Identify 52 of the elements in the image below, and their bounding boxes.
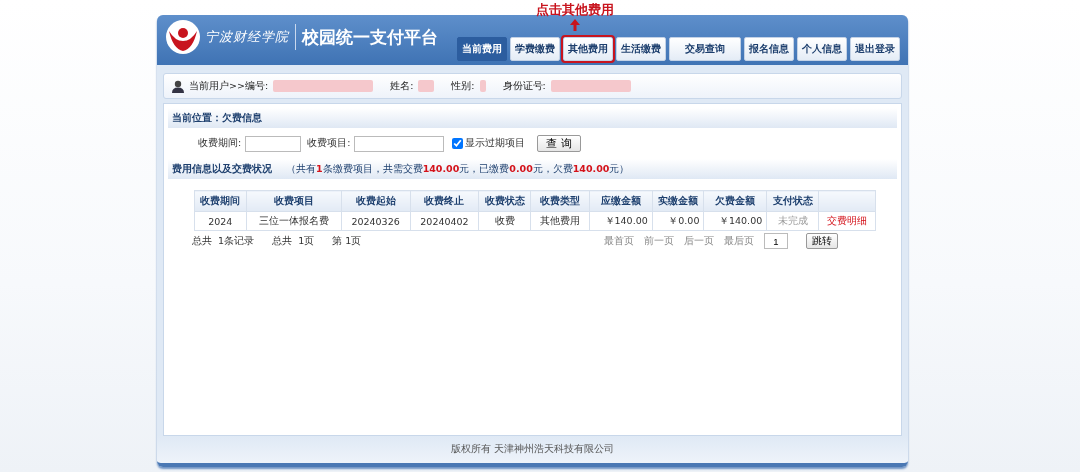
table-cell: ￥140.00 [703, 211, 767, 231]
page-number-field[interactable]: 1 [764, 233, 788, 249]
column-header: 收费终止 [410, 190, 479, 212]
nav-tab[interactable]: 个人信息 [797, 37, 847, 61]
table-cell: 三位一体报名费 [246, 211, 342, 231]
column-header: 收费类型 [530, 190, 590, 212]
summary-title: 费用信息以及交费状况 [172, 162, 272, 176]
platform-title: 校园统一支付平台 [302, 25, 438, 49]
first-page-link[interactable]: 最首页 [604, 234, 634, 248]
column-header: 实缴金额 [652, 190, 704, 212]
table-cell: 20240326 [341, 211, 411, 231]
location-text: 当前位置：欠费信息 [172, 111, 262, 125]
column-header: 欠费金额 [703, 190, 767, 212]
user-id-label: 当前用户>>编号: [189, 79, 269, 93]
nav-tab[interactable]: 交易查询 [669, 37, 741, 61]
next-page-link[interactable]: 后一页 [684, 234, 714, 248]
table-cell: 2024 [194, 211, 247, 231]
table-cell: 收费 [478, 211, 531, 231]
logo-text: 宁波财经学院 [205, 28, 289, 46]
table-cell: ￥140.00 [589, 211, 653, 231]
column-header: 收费起始 [341, 190, 411, 212]
jump-button[interactable]: 跳转 [806, 233, 838, 249]
last-page-link[interactable]: 最后页 [724, 234, 754, 248]
query-button[interactable]: 查 询 [537, 135, 581, 152]
record-count: 总共 1条记录 [192, 234, 255, 248]
annotation-text: 点击其他费用 [536, 2, 614, 18]
table-cell: 20240402 [410, 211, 479, 231]
nav-tab[interactable]: 生活缴费 [616, 37, 666, 61]
gender-label: 性别: [451, 79, 475, 93]
column-header: 收费状态 [478, 190, 531, 212]
copyright-text: 版权所有 天津神州浩天科技有限公司 [451, 443, 614, 456]
name-label: 姓名: [390, 79, 414, 93]
period-label: 收费期间: [198, 137, 242, 150]
nav-tab[interactable]: 学费缴费 [510, 37, 560, 61]
table-cell: 未完成 [766, 211, 819, 231]
id-card-label: 身份证号: [502, 79, 546, 93]
column-header: 支付状态 [766, 190, 819, 212]
page-count: 总共 1页 [272, 234, 315, 248]
nav-tab[interactable]: 当前费用 [457, 37, 507, 61]
table-cell: ￥0.00 [652, 211, 704, 231]
previous-page-link[interactable]: 前一页 [644, 234, 674, 248]
show-expired-label: 显示过期项目 [465, 137, 526, 150]
item-label: 收费项目: [307, 137, 351, 150]
column-header: 收费期间 [194, 190, 247, 212]
nav-tab[interactable]: 其他费用 [563, 37, 613, 61]
summary-detail: （共有1条缴费项目，共需交费140.00元，已缴费0.00元，欠费140.00元） [286, 162, 630, 176]
current-page: 第 1页 [332, 234, 362, 248]
nav-tab[interactable]: 退出登录 [850, 37, 900, 61]
table-cell: 其他费用 [530, 211, 590, 231]
column-header: 应缴金额 [589, 190, 653, 212]
nav-tab[interactable]: 报名信息 [744, 37, 794, 61]
column-header: 收费项目 [246, 190, 342, 212]
